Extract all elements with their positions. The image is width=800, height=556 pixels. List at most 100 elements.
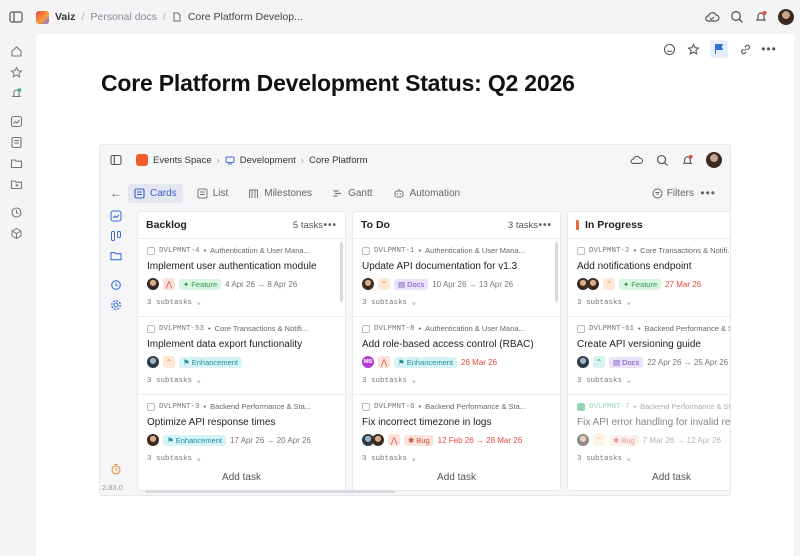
notifications-bell-icon[interactable] bbox=[681, 154, 694, 167]
home-icon[interactable] bbox=[9, 44, 23, 58]
breadcrumb-personal-docs[interactable]: Personal docs bbox=[90, 11, 157, 23]
tag-enhancement[interactable]: ⚑ Enhancement bbox=[163, 434, 227, 446]
history-icon[interactable] bbox=[109, 278, 122, 291]
sidebar-toggle-icon[interactable] bbox=[110, 154, 122, 166]
filters-button[interactable]: Filters bbox=[652, 188, 694, 199]
emoji-reaction-icon[interactable] bbox=[662, 42, 676, 56]
folder-add-icon[interactable] bbox=[9, 177, 23, 191]
notifications-bell-icon[interactable] bbox=[754, 10, 768, 24]
task-card[interactable]: DVLPMNT-61•Backend Performance & Sta... … bbox=[568, 316, 730, 394]
task-checkbox[interactable] bbox=[147, 246, 155, 255]
notifications-icon[interactable] bbox=[9, 86, 23, 100]
board-columns-icon[interactable] bbox=[109, 229, 122, 242]
flag-icon[interactable] bbox=[710, 40, 728, 58]
column-more-icon[interactable]: ••• bbox=[323, 220, 337, 231]
priority-high-icon[interactable]: ⋀ bbox=[388, 434, 400, 446]
cloud-sync-icon[interactable] bbox=[704, 10, 720, 24]
assignee-avatar[interactable] bbox=[147, 356, 159, 368]
history-icon[interactable] bbox=[9, 205, 23, 219]
breadcrumb-space[interactable]: Events Space bbox=[153, 155, 212, 166]
priority-low-icon[interactable]: ⌃ bbox=[593, 356, 605, 368]
tag-feature[interactable]: ✦ Feature bbox=[179, 278, 222, 290]
priority-medium-icon[interactable]: ⌃ bbox=[593, 434, 605, 446]
subtasks-toggle[interactable]: 3 subtasks ⌄ bbox=[147, 297, 337, 307]
document-list-icon[interactable] bbox=[9, 135, 23, 149]
subtasks-toggle[interactable]: 3 subtasks ⌄ bbox=[147, 453, 337, 463]
assignee-avatar[interactable] bbox=[577, 356, 589, 368]
task-checkbox[interactable] bbox=[577, 246, 585, 255]
search-icon[interactable] bbox=[656, 154, 669, 167]
tab-cards[interactable]: Cards bbox=[128, 183, 183, 203]
subtasks-toggle[interactable]: 3 subtasks ⌄ bbox=[362, 375, 552, 385]
assignee-avatar[interactable] bbox=[577, 434, 589, 446]
assignee-avatar[interactable]: MB bbox=[362, 356, 374, 368]
user-avatar[interactable] bbox=[778, 9, 794, 25]
tag-docs[interactable]: ▤ Docs bbox=[609, 356, 644, 368]
settings-gear-icon[interactable] bbox=[109, 298, 122, 311]
favorite-star-icon[interactable] bbox=[686, 42, 700, 56]
subtasks-toggle[interactable]: 3 subtasks ⌄ bbox=[362, 453, 552, 463]
board-horizontal-scrollbar[interactable] bbox=[145, 490, 395, 493]
add-task-button[interactable]: Add task bbox=[568, 468, 730, 490]
column-more-icon[interactable]: ••• bbox=[538, 220, 552, 231]
subtasks-toggle[interactable]: 3 subtasks ⌄ bbox=[577, 375, 730, 385]
user-avatar[interactable] bbox=[706, 152, 722, 168]
tab-milestones[interactable]: Milestones bbox=[242, 184, 318, 203]
task-card[interactable]: DVLPMNT-1 • Authentication & User Mana... … bbox=[353, 238, 560, 316]
tab-gantt[interactable]: Gantt bbox=[326, 184, 378, 203]
task-card[interactable]: DVLPMNT-8 • Authentication & User Mana... … bbox=[353, 316, 560, 394]
breadcrumb-folder[interactable]: Development bbox=[240, 155, 296, 166]
add-task-button[interactable]: Add task bbox=[138, 468, 345, 490]
task-card[interactable]: DVLPMNT-3 • Backend Performance & Sta... O… bbox=[138, 394, 345, 472]
timer-icon[interactable] bbox=[109, 462, 122, 475]
task-checkbox[interactable] bbox=[362, 324, 370, 333]
task-checkbox-checked[interactable] bbox=[577, 402, 585, 411]
assignee-avatar[interactable] bbox=[587, 278, 599, 290]
tag-enhancement[interactable]: ⚑ Enhancement bbox=[394, 356, 458, 368]
task-card[interactable]: DVLPMNT-4 • Authentication & User Mana... … bbox=[138, 238, 345, 316]
task-card[interactable]: DVLPMNT-53 • Core Transactions & Notifi...… bbox=[138, 316, 345, 394]
sidebar-toggle-icon[interactable] bbox=[8, 9, 24, 25]
assignee-avatar[interactable] bbox=[147, 434, 159, 446]
subtasks-toggle[interactable]: 3 subtasks ⌄ bbox=[577, 453, 730, 463]
task-checkbox[interactable] bbox=[577, 324, 585, 333]
link-icon[interactable] bbox=[738, 42, 752, 56]
breadcrumb-app[interactable]: Vaiz bbox=[55, 11, 75, 23]
tag-feature[interactable]: ✦ Feature bbox=[619, 278, 662, 290]
cube-icon[interactable] bbox=[9, 226, 23, 240]
subtasks-toggle[interactable]: 3 subtasks ⌄ bbox=[577, 297, 730, 307]
back-arrow-icon[interactable]: ← bbox=[108, 182, 124, 204]
search-icon[interactable] bbox=[730, 10, 744, 24]
more-options-icon[interactable]: ••• bbox=[761, 42, 776, 56]
tab-automation[interactable]: Automation bbox=[387, 184, 467, 203]
tag-enhancement[interactable]: ⚑ Enhancement bbox=[179, 356, 243, 368]
folder-icon[interactable] bbox=[9, 156, 23, 170]
chart-icon[interactable] bbox=[9, 114, 23, 128]
priority-medium-icon[interactable]: ⌃ bbox=[603, 278, 615, 290]
task-checkbox[interactable] bbox=[147, 402, 155, 411]
assignee-avatar[interactable] bbox=[147, 278, 159, 290]
task-card[interactable]: DVLPMNT-6 • Backend Performance & Sta... F… bbox=[353, 394, 560, 472]
add-task-button[interactable]: Add task bbox=[353, 468, 560, 490]
tag-docs[interactable]: ▤ Docs bbox=[394, 278, 429, 290]
priority-medium-icon[interactable]: ⌃ bbox=[378, 278, 390, 290]
folder-icon[interactable] bbox=[109, 249, 122, 262]
tag-bug[interactable]: ✱ Bug bbox=[609, 434, 639, 446]
tab-list[interactable]: List bbox=[191, 184, 235, 203]
cloud-sync-icon[interactable] bbox=[629, 154, 644, 166]
task-checkbox[interactable] bbox=[362, 246, 370, 255]
subtasks-toggle[interactable]: 3 subtasks ⌄ bbox=[362, 297, 552, 307]
task-card[interactable]: DVLPMNT-7 • Backend Performance & Sta... F… bbox=[568, 394, 730, 472]
priority-high-icon[interactable]: ⋀ bbox=[378, 356, 390, 368]
breadcrumb-current-doc[interactable]: Core Platform Develop... bbox=[188, 11, 303, 23]
breadcrumb-board[interactable]: Core Platform bbox=[309, 155, 368, 166]
subtasks-toggle[interactable]: 3 subtasks ⌄ bbox=[147, 375, 337, 385]
more-options-icon[interactable]: ••• bbox=[700, 186, 716, 200]
task-checkbox[interactable] bbox=[147, 324, 155, 333]
assignee-avatar[interactable] bbox=[372, 434, 384, 446]
task-checkbox[interactable] bbox=[362, 402, 370, 411]
priority-medium-icon[interactable]: ⌃ bbox=[163, 356, 175, 368]
star-icon[interactable] bbox=[9, 65, 23, 79]
dashboard-icon[interactable] bbox=[109, 209, 122, 222]
task-card[interactable]: DVLPMNT-2 • Core Transactions & Notifi... … bbox=[568, 238, 730, 316]
